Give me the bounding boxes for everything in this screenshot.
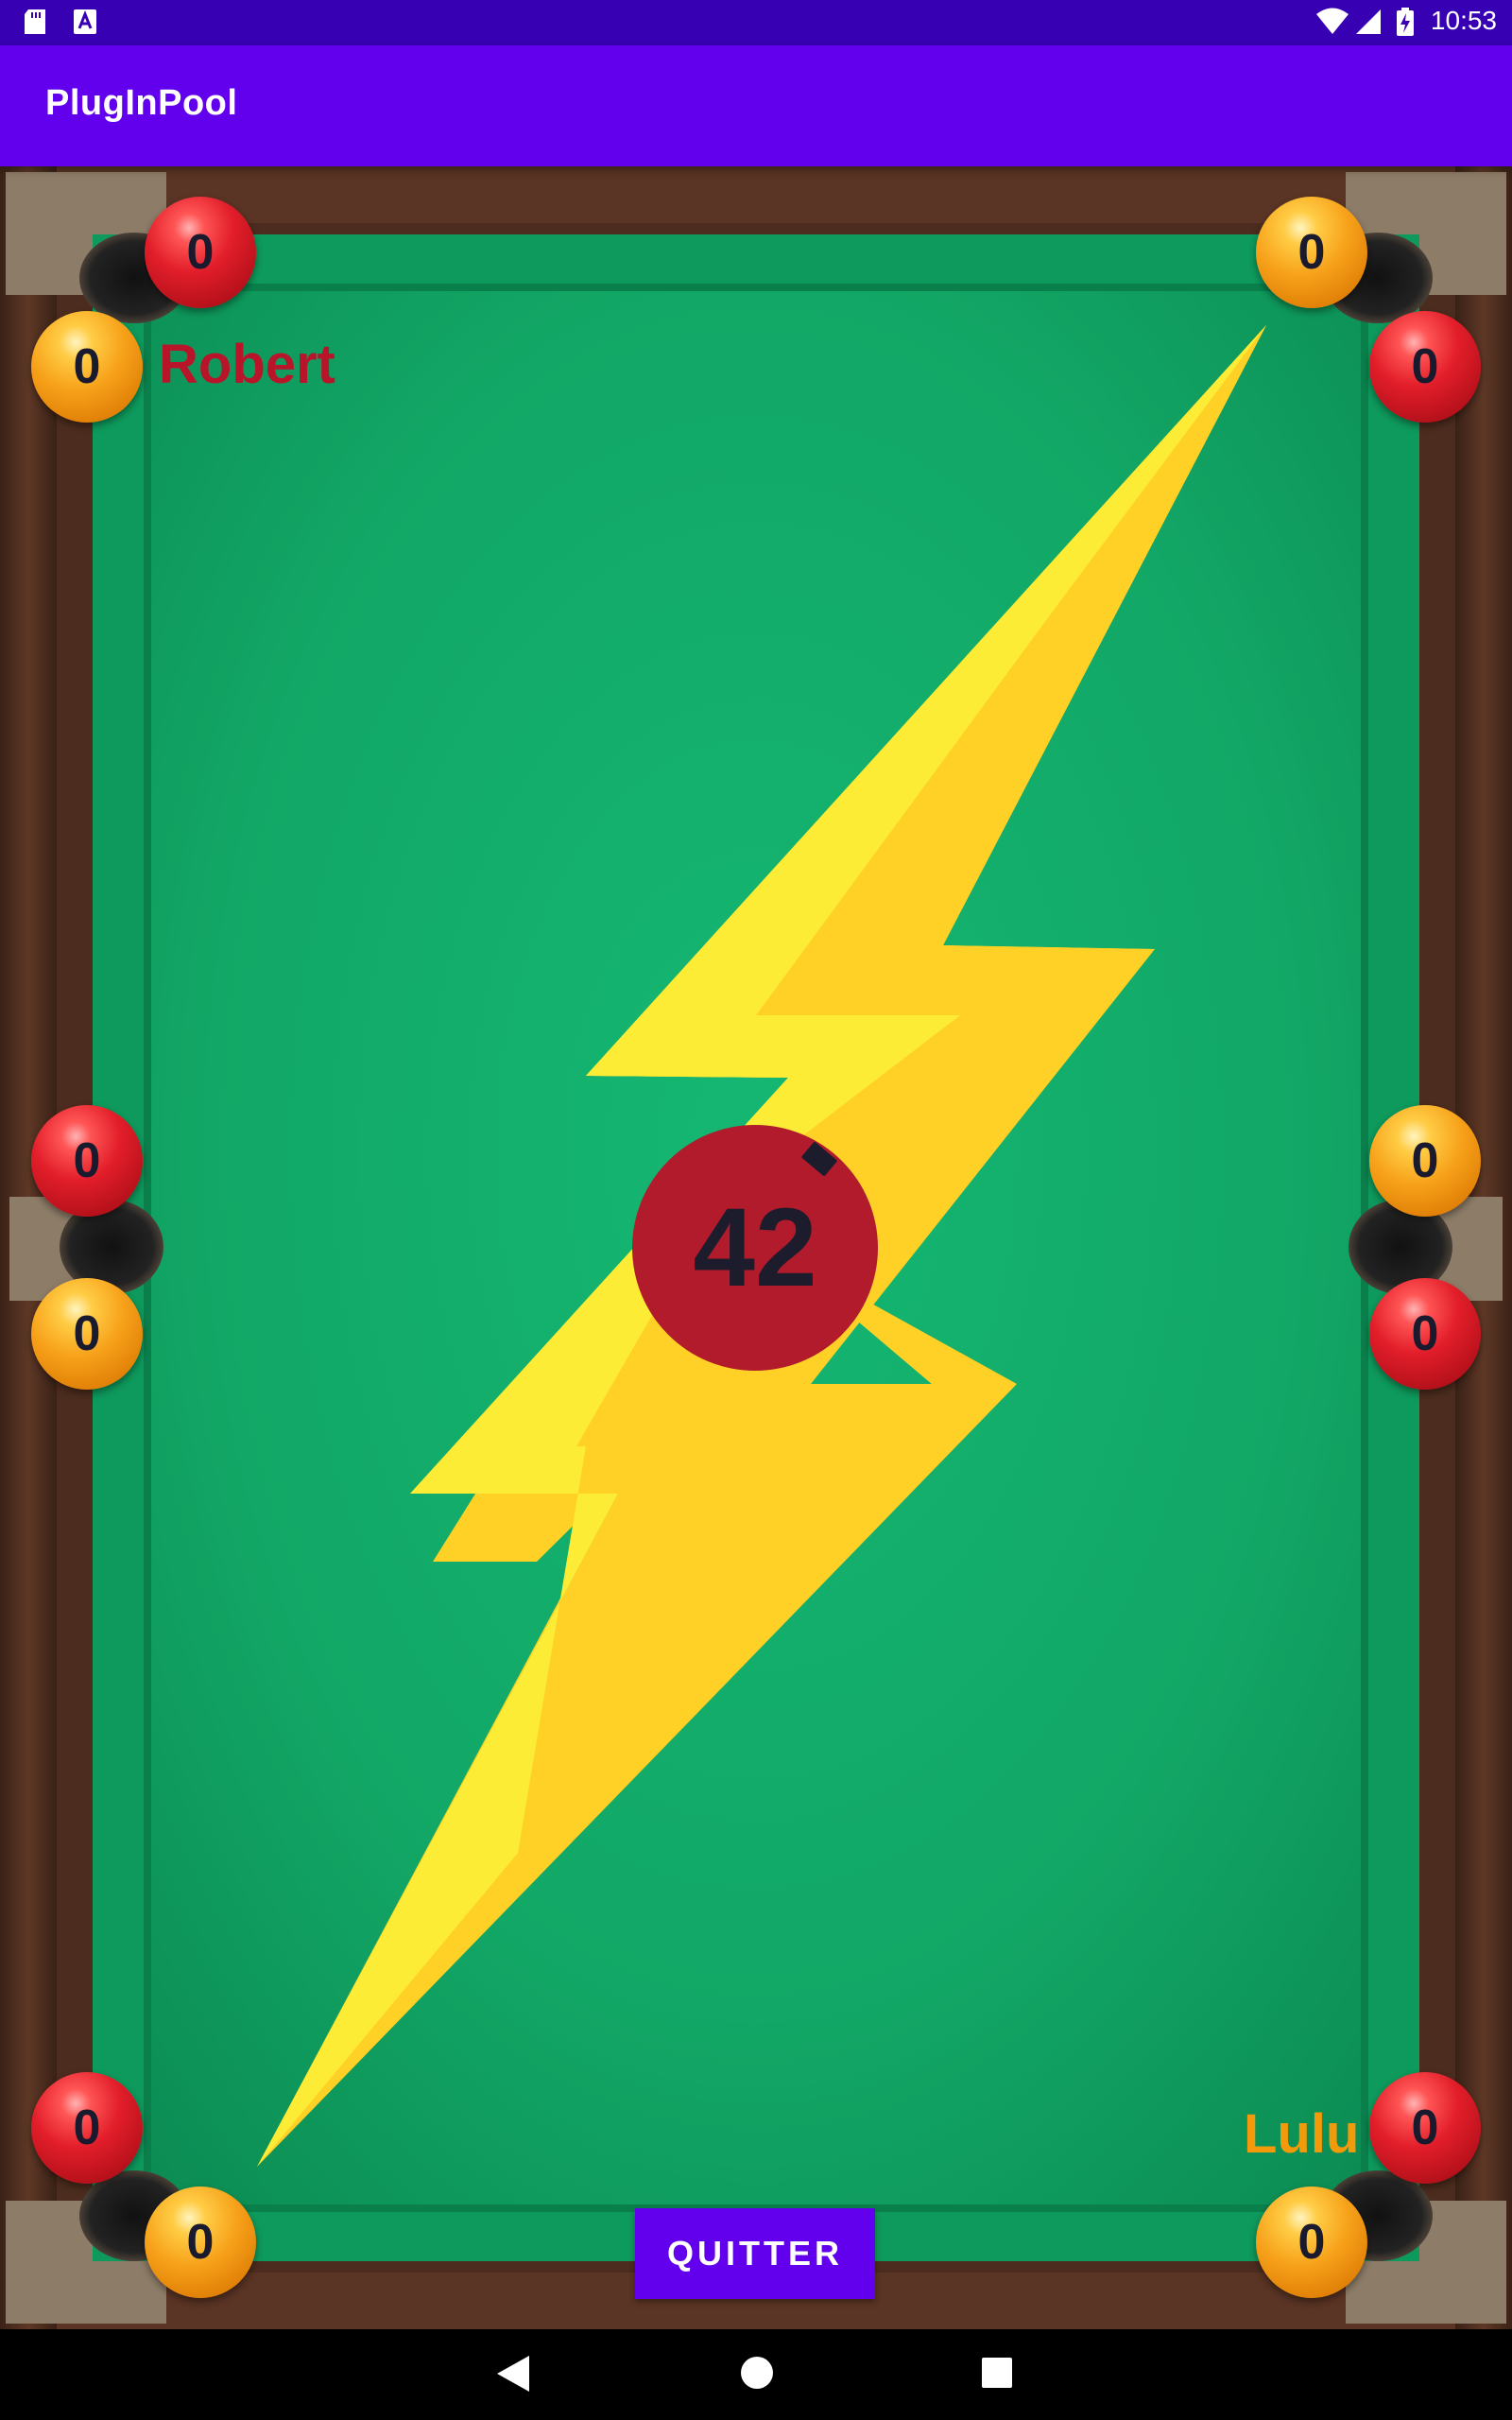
clock: 10:53 xyxy=(1430,6,1497,35)
wifi-icon xyxy=(1316,8,1349,34)
score-ball-top-left-side[interactable]: 0 xyxy=(31,311,143,423)
score-ball-bottom-right-side[interactable]: 0 xyxy=(1369,2072,1481,2184)
pool-table[interactable]: 0 0 0 0 0 0 0 0 0 0 0 0 Robert Lulu 42 Q… xyxy=(0,166,1512,2329)
app-title: PlugInPool xyxy=(45,83,238,123)
score-ball-top-right-side[interactable]: 0 xyxy=(1369,311,1481,423)
player-name-top-left: Robert xyxy=(159,334,335,395)
score-ball-middle-right-lower[interactable]: 0 xyxy=(1369,1278,1481,1390)
score-ball-middle-left-lower[interactable]: 0 xyxy=(31,1278,143,1390)
player-name-bottom-right: Lulu xyxy=(1244,2103,1360,2165)
home-icon[interactable] xyxy=(740,2356,774,2390)
score-ball-middle-left-upper[interactable]: 0 xyxy=(31,1105,143,1217)
score-ball-top-right-top[interactable]: 0 xyxy=(1256,197,1367,308)
sd-card-icon xyxy=(25,9,45,34)
score-ball-bottom-left-bottom[interactable]: 0 xyxy=(145,2187,256,2298)
navigation-bar xyxy=(0,2329,1512,2420)
score-ball-bottom-right-bottom[interactable]: 0 xyxy=(1256,2187,1367,2298)
recents-icon[interactable] xyxy=(982,2358,1012,2388)
countdown-timer: 42 xyxy=(632,1125,878,1371)
quit-button[interactable]: QUITTER xyxy=(635,2208,875,2299)
battery-charging-icon xyxy=(1397,8,1414,36)
text-notification-icon xyxy=(74,9,96,34)
score-ball-top-left-top[interactable]: 0 xyxy=(145,197,256,308)
signal-icon xyxy=(1356,9,1381,34)
back-icon[interactable] xyxy=(497,2356,529,2392)
score-ball-middle-right-upper[interactable]: 0 xyxy=(1369,1105,1481,1217)
score-ball-bottom-left-side[interactable]: 0 xyxy=(31,2072,143,2184)
status-bar: 10:53 xyxy=(0,0,1512,45)
app-bar: PlugInPool xyxy=(0,45,1512,166)
